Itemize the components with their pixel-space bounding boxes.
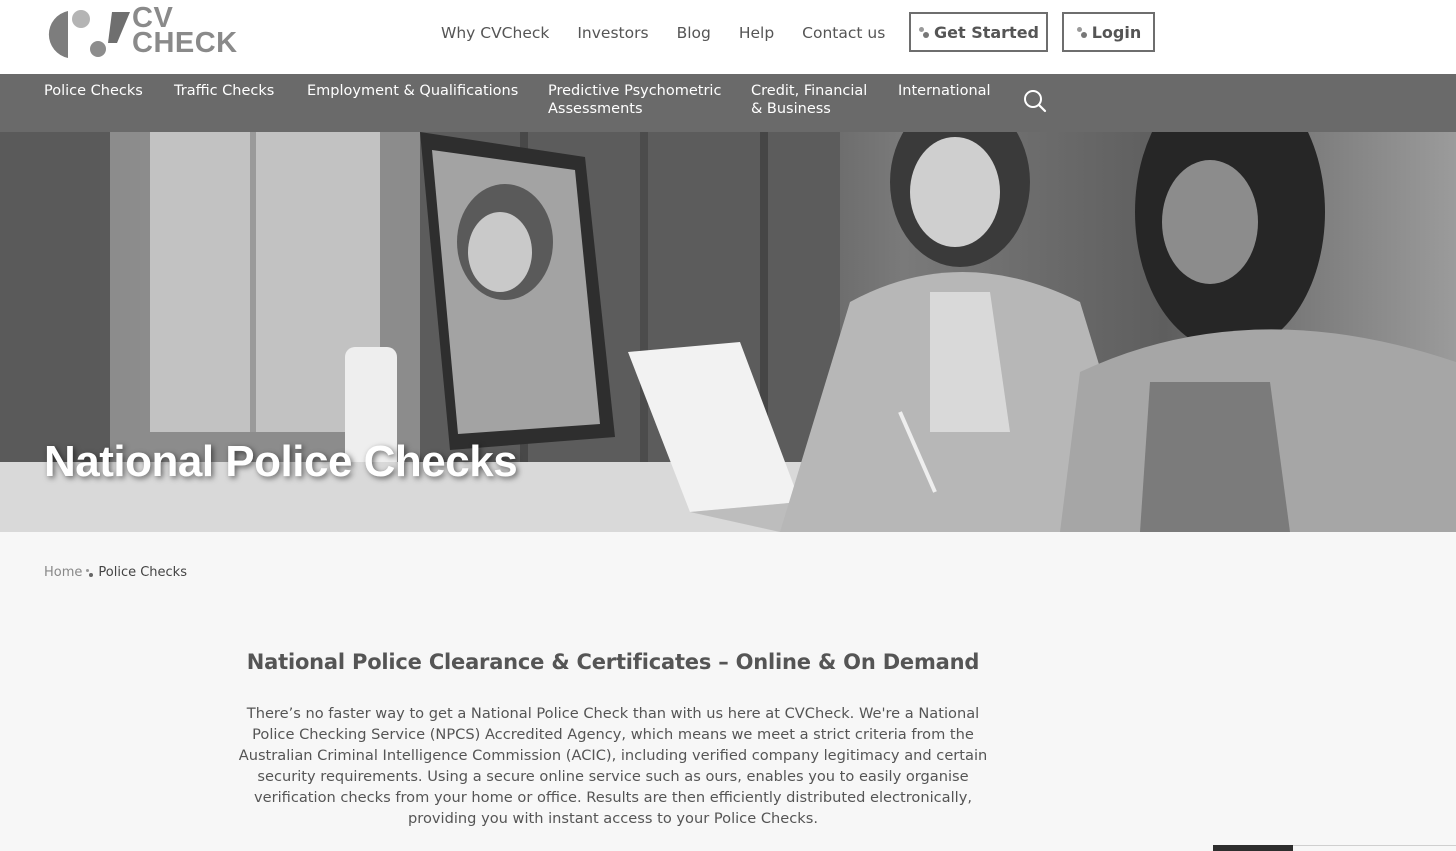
breadcrumb-home[interactable]: Home xyxy=(44,565,82,580)
category-label: & Business xyxy=(751,101,831,117)
category-traffic-checks[interactable]: Traffic Checks xyxy=(174,82,274,100)
nav-blog[interactable]: Blog xyxy=(677,24,711,42)
category-label: Assessments xyxy=(548,101,643,117)
nav-contact-us[interactable]: Contact us xyxy=(802,24,885,42)
category-police-checks[interactable]: Police Checks xyxy=(44,82,143,100)
page-heading: National Police Clearance & Certificates… xyxy=(246,650,980,674)
logo-mark xyxy=(48,10,130,58)
category-predictive-psychometric[interactable]: Predictive Psychometric Assessments xyxy=(548,82,721,118)
breadcrumb-current: Police Checks xyxy=(98,565,187,580)
category-label: Employment & Qualifications xyxy=(307,83,519,99)
get-started-button[interactable]: Get Started xyxy=(909,12,1048,52)
search-button[interactable] xyxy=(1022,88,1048,114)
category-employment-qualifications[interactable]: Employment & Qualifications xyxy=(307,82,518,100)
nav-why-cvcheck[interactable]: Why CVCheck xyxy=(441,24,549,42)
category-label: Traffic Checks xyxy=(174,83,275,99)
breadcrumb: Home Police Checks xyxy=(44,565,187,580)
get-started-label: Get Started xyxy=(933,22,1039,42)
login-button[interactable]: Login xyxy=(1062,12,1155,52)
category-label: International xyxy=(898,83,991,99)
hero-title: National Police Checks xyxy=(44,437,518,486)
category-label: Police Checks xyxy=(44,83,143,99)
category-nav: Police Checks Traffic Checks Employment … xyxy=(0,74,1456,132)
logo-wordmark: CV CHECK xyxy=(132,4,238,59)
site-header: CV CHECK Why CVCheck Investors Blog Help… xyxy=(0,0,1456,74)
nav-help[interactable]: Help xyxy=(739,24,774,42)
login-label: Login xyxy=(1091,22,1142,42)
category-label: Credit, Financial xyxy=(751,83,868,99)
main-content: National Police Clearance & Certificates… xyxy=(228,650,998,829)
logo-line-2: CHECK xyxy=(132,27,238,59)
nav-investors[interactable]: Investors xyxy=(577,24,648,42)
category-international[interactable]: International xyxy=(898,82,991,100)
chat-widget-thumbnail[interactable] xyxy=(1213,845,1293,851)
top-nav: Why CVCheck Investors Blog Help Contact … xyxy=(441,24,885,42)
search-icon xyxy=(1024,90,1047,113)
hero-banner: National Police Checks xyxy=(0,132,1456,532)
cvcheck-logo[interactable]: CV CHECK xyxy=(44,4,244,60)
category-credit-financial-business[interactable]: Credit, Financial & Business xyxy=(751,82,867,118)
dots-icon xyxy=(1076,25,1088,39)
breadcrumb-separator-icon xyxy=(86,568,94,578)
dots-icon xyxy=(918,25,930,39)
intro-paragraph: There’s no faster way to get a National … xyxy=(238,705,988,827)
category-label: Predictive Psychometric xyxy=(548,83,722,99)
divider xyxy=(1293,845,1456,846)
